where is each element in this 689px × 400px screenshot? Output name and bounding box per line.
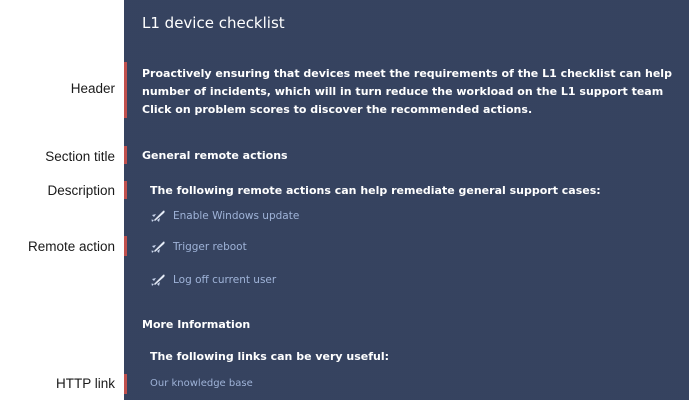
remote-action-log-off-current-user[interactable]: Log off current user (150, 272, 276, 288)
description-indicator-bar (124, 181, 127, 199)
section-title-more-information: More Information (142, 318, 251, 331)
remote-action-enable-windows-update[interactable]: Enable Windows update (150, 208, 299, 224)
annotation-http-link: HTTP link (55, 376, 115, 391)
rocket-icon (151, 274, 165, 286)
header-line: number of incidents, which will in turn … (142, 85, 664, 98)
annotation-remote-action: Remote action (27, 239, 115, 254)
header-indicator-bar (124, 62, 127, 118)
section-title-indicator-bar (124, 146, 127, 164)
section-description: The following links can be very useful: (150, 350, 390, 363)
remote-action-label: Enable Windows update (173, 210, 300, 222)
annotation-header: Header (70, 81, 115, 96)
remote-action-trigger-reboot[interactable]: Trigger reboot (150, 239, 247, 255)
rocket-icon (151, 241, 165, 253)
header-description: Proactively ensuring that devices meet t… (142, 65, 672, 119)
section-title-general-remote-actions: General remote actions (142, 149, 288, 162)
checklist-panel (124, 0, 689, 400)
annotation-description: Description (47, 183, 115, 198)
remote-action-indicator-bar (124, 236, 127, 256)
remote-action-label: Log off current user (173, 274, 277, 286)
header-line: Proactively ensuring that devices meet t… (142, 67, 672, 80)
page-title: L1 device checklist (142, 14, 285, 32)
section-description: The following remote actions can help re… (150, 184, 601, 197)
http-link-indicator-bar (124, 374, 127, 394)
rocket-icon (151, 210, 165, 222)
knowledge-base-link[interactable]: Our knowledge base (150, 378, 253, 389)
annotation-section-title: Section title (45, 149, 115, 164)
header-line: Click on problem scores to discover the … (142, 103, 533, 116)
remote-action-label: Trigger reboot (173, 241, 247, 253)
